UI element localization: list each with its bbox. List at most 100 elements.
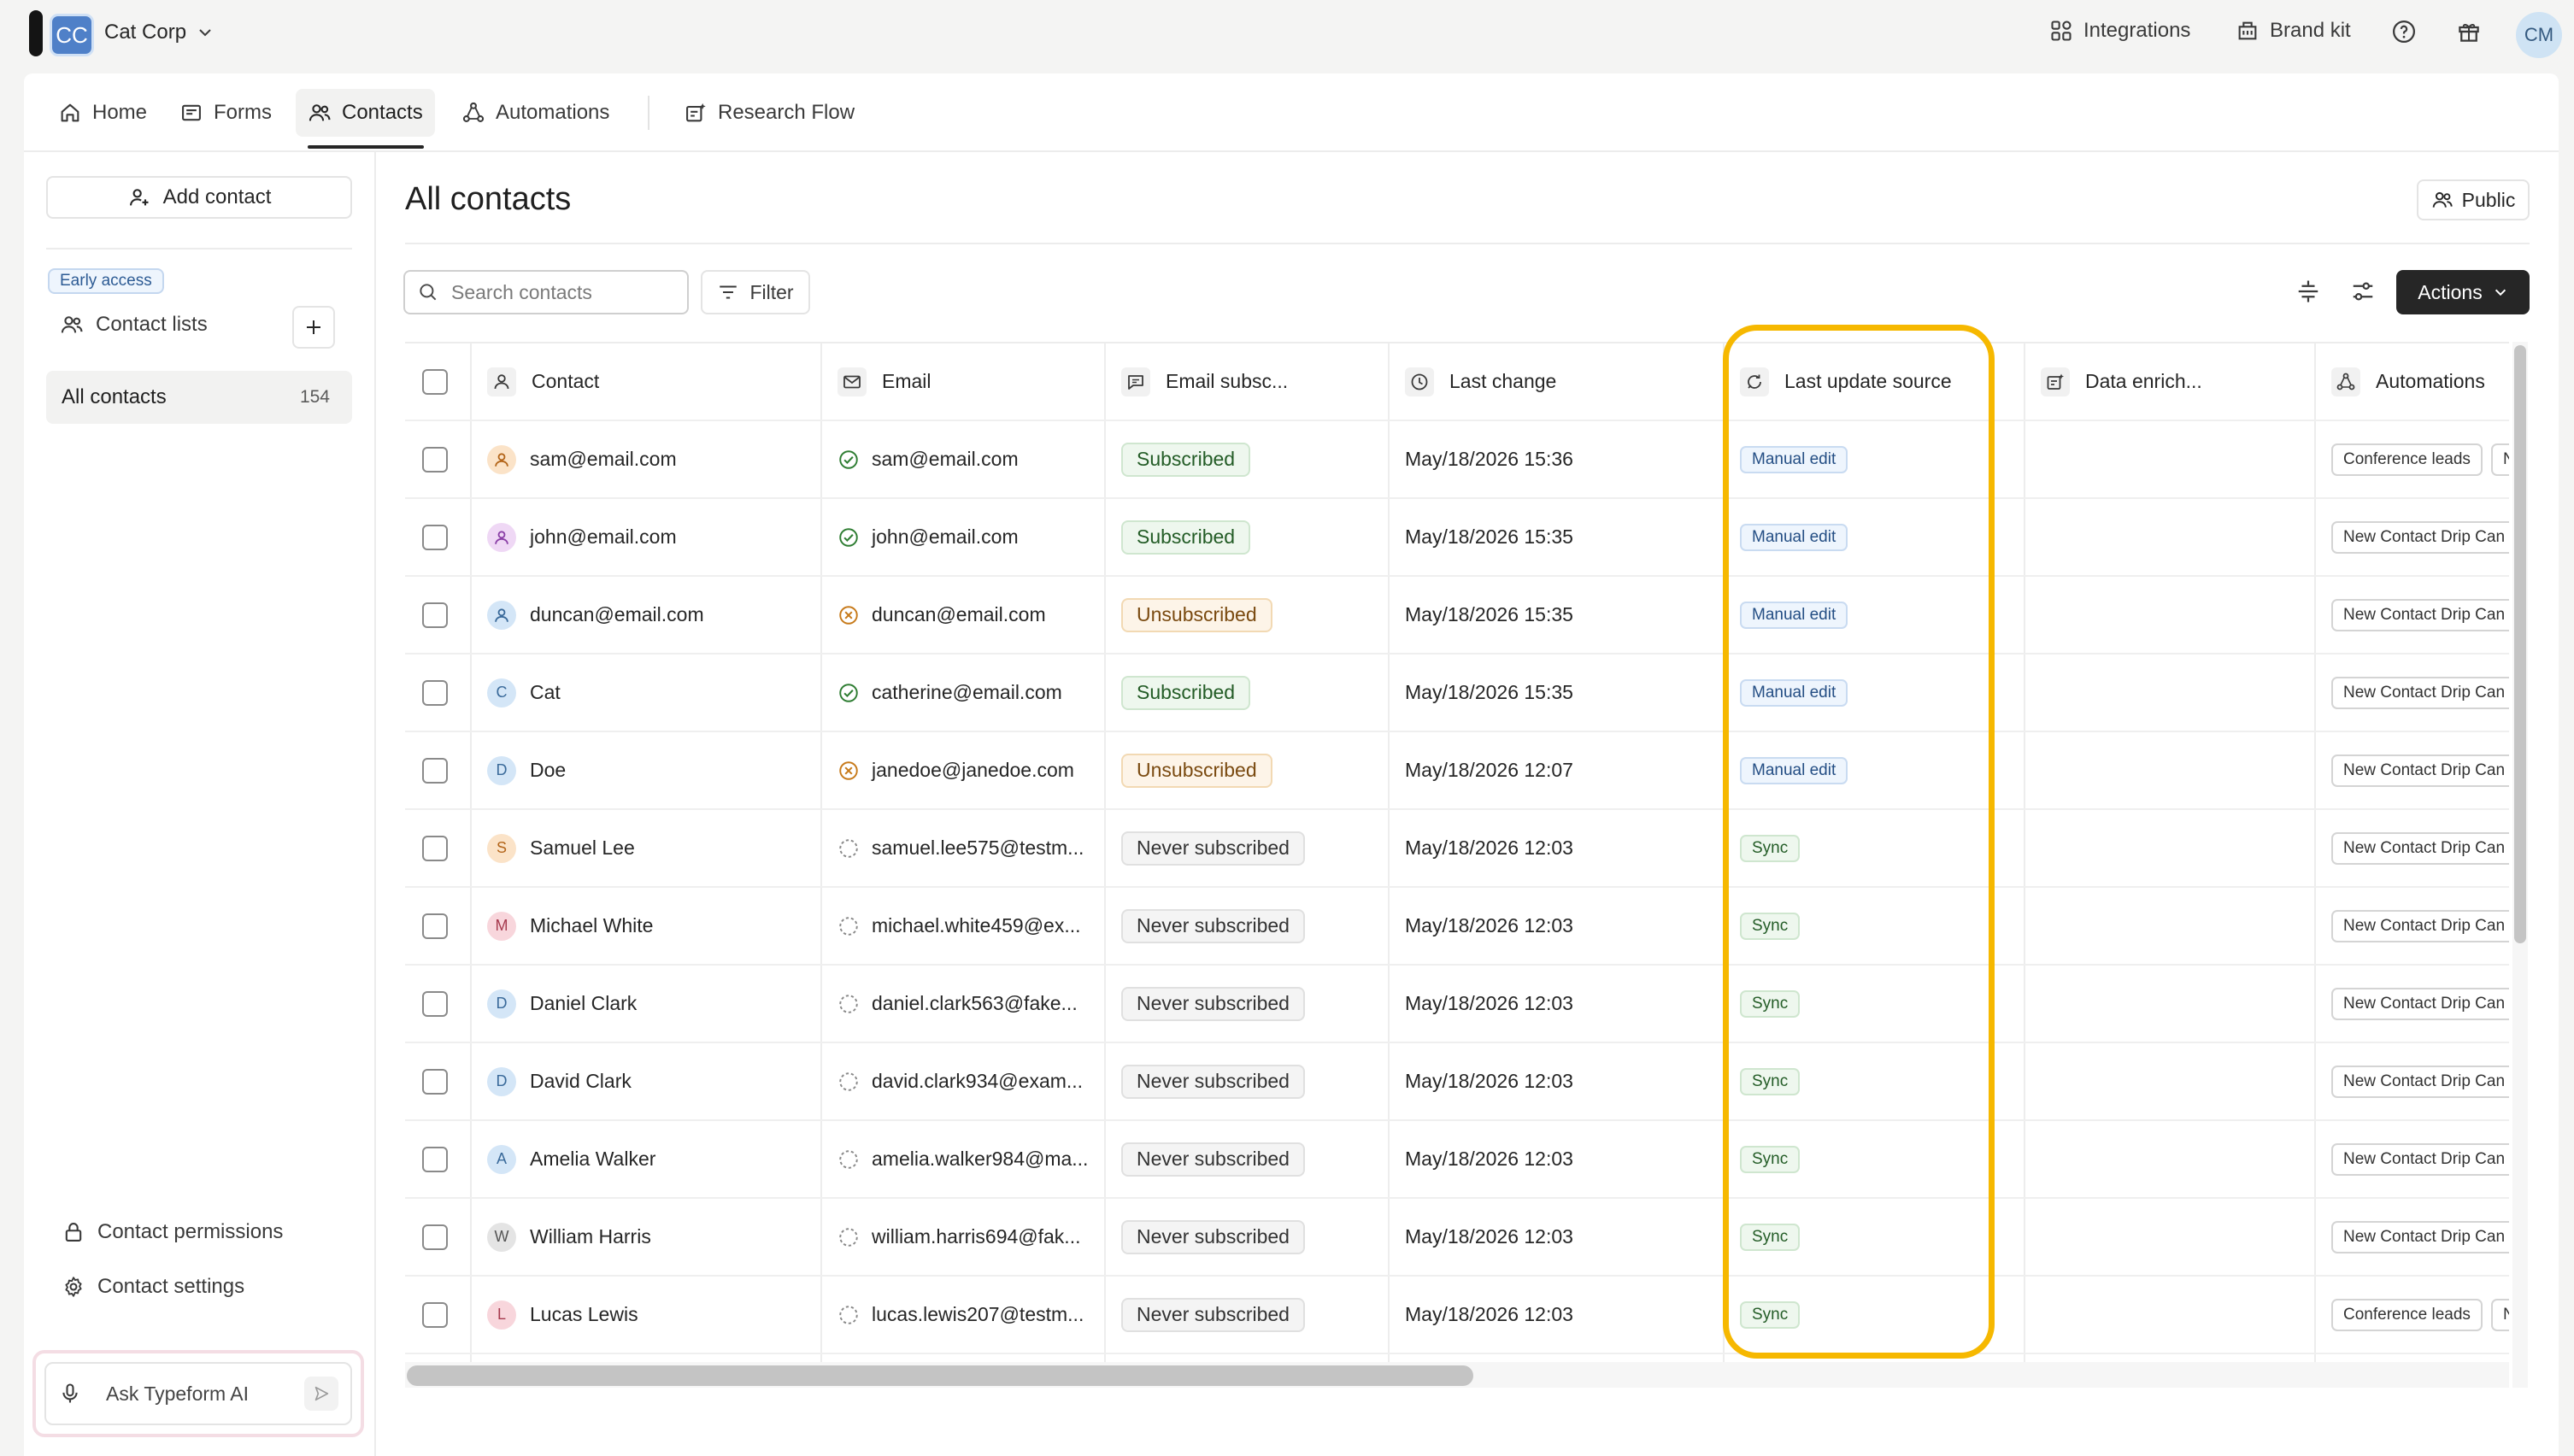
data-enrichment-cell[interactable]	[2041, 732, 2314, 808]
email-cell[interactable]: janedoe@janedoe.com	[837, 732, 1104, 808]
subscription-cell[interactable]: Never subscribed	[1121, 1121, 1388, 1197]
row-checkbox[interactable]	[422, 1068, 448, 1095]
update-source-cell[interactable]: Sync	[1740, 888, 2024, 964]
data-enrichment-cell[interactable]	[2041, 1043, 2314, 1119]
microphone-icon[interactable]	[58, 1382, 82, 1406]
table-row[interactable]: S Samuel Lee samuel.lee575@testm... Never s…	[405, 810, 2509, 888]
table-row[interactable]: L Lucas Lewis lucas.lewis207@testm... Never…	[405, 1277, 2509, 1354]
sidebar-item-all-contacts[interactable]: All contacts 154	[46, 371, 352, 424]
subscription-cell[interactable]: Never subscribed	[1121, 810, 1388, 886]
search-box[interactable]	[403, 270, 689, 314]
automations-cell[interactable]: New Contact Drip Can	[2331, 966, 2509, 1042]
table-row[interactable]: D Daniel Clark daniel.clark563@fake... Neve…	[405, 966, 2509, 1043]
tab-contacts[interactable]: Contacts	[296, 89, 435, 137]
email-cell[interactable]: daniel.clark563@fake...	[837, 966, 1104, 1042]
automation-tag[interactable]: New Contact Drip Can	[2331, 1065, 2509, 1098]
automations-cell[interactable]: New Contact Drip Can	[2331, 577, 2509, 653]
last-change-cell[interactable]: May/18/2026 15:35	[1405, 577, 1723, 653]
automation-tag[interactable]: New Contact Drip Can	[2331, 831, 2509, 865]
last-change-cell[interactable]: May/18/2026 15:35	[1405, 655, 1723, 731]
last-change-cell[interactable]: May/18/2026 12:03	[1405, 966, 1723, 1042]
tab-automations[interactable]: Automations	[450, 89, 621, 137]
email-cell[interactable]: john@email.com	[837, 499, 1104, 575]
row-checkbox[interactable]	[422, 1224, 448, 1250]
email-cell[interactable]: amelia.walker984@ma...	[837, 1121, 1104, 1197]
automations-cell[interactable]: New Contact Drip Can	[2331, 1199, 2509, 1275]
table-row[interactable]: john@email.com john@email.com Subscribed Ma…	[405, 499, 2509, 577]
automation-tag[interactable]: New Contact Drip Can	[2331, 909, 2509, 942]
contact-cell[interactable]: john@email.com	[487, 499, 820, 575]
automation-tag[interactable]: Conference leads	[2331, 443, 2483, 476]
user-avatar[interactable]: CM	[2516, 12, 2562, 58]
row-checkbox[interactable]	[422, 679, 448, 706]
contact-cell[interactable]: D Daniel Clark	[487, 966, 820, 1042]
contact-cell[interactable]: W William Harris	[487, 1199, 820, 1275]
column-header-email-subscription[interactable]: Email subsc...	[1121, 343, 1388, 420]
update-source-cell[interactable]: Manual edit	[1740, 499, 2024, 575]
column-header-automations[interactable]: Automations	[2331, 343, 2509, 420]
data-enrichment-cell[interactable]	[2041, 1199, 2314, 1275]
add-contact-list-button[interactable]	[292, 306, 335, 349]
automations-cell[interactable]: Conference leadsN	[2331, 1277, 2509, 1353]
subscription-cell[interactable]: Unsubscribed	[1121, 577, 1388, 653]
last-change-cell[interactable]: May/18/2026 15:36	[1405, 421, 1723, 497]
automations-cell[interactable]: Conference leadsN	[2331, 421, 2509, 497]
row-checkbox[interactable]	[422, 1146, 448, 1172]
row-checkbox[interactable]	[422, 990, 448, 1017]
contact-cell[interactable]: A Amelia Walker	[487, 1121, 820, 1197]
email-cell[interactable]: duncan@email.com	[837, 577, 1104, 653]
update-source-cell[interactable]: Sync	[1740, 966, 2024, 1042]
tab-research-flow[interactable]: Research Flow	[672, 89, 867, 137]
contact-cell[interactable]: D Doe	[487, 732, 820, 808]
add-contact-button[interactable]: Add contact	[46, 176, 352, 219]
horizontal-scrollbar-thumb[interactable]	[407, 1365, 1473, 1386]
contact-cell[interactable]: S Samuel Lee	[487, 810, 820, 886]
last-change-cell[interactable]: May/18/2026 12:03	[1405, 1199, 1723, 1275]
column-header-last-change[interactable]: Last change	[1405, 343, 1723, 420]
automation-tag[interactable]: New Contact Drip Can	[2331, 676, 2509, 709]
email-cell[interactable]: david.clark934@exam...	[837, 1043, 1104, 1119]
column-header-contact[interactable]: Contact	[487, 343, 820, 420]
help-icon[interactable]	[2391, 19, 2417, 44]
contact-settings-link[interactable]: Contact settings	[62, 1275, 244, 1299]
actions-button[interactable]: Actions	[2396, 270, 2530, 314]
update-source-cell[interactable]: Sync	[1740, 810, 2024, 886]
subscription-cell[interactable]: Subscribed	[1121, 655, 1388, 731]
automation-tag[interactable]: Conference leads	[2331, 1298, 2483, 1331]
subscription-cell[interactable]: Never subscribed	[1121, 966, 1388, 1042]
workspace-switcher[interactable]: Cat Corp	[104, 21, 214, 44]
row-checkbox[interactable]	[422, 446, 448, 473]
row-density-icon[interactable]	[2295, 279, 2321, 304]
workspace-logo[interactable]: CC	[50, 14, 94, 56]
automation-tag[interactable]: New Contact Drip Can	[2331, 598, 2509, 631]
row-checkbox[interactable]	[422, 835, 448, 861]
contact-cell[interactable]: M Michael White	[487, 888, 820, 964]
last-change-cell[interactable]: May/18/2026 12:03	[1405, 888, 1723, 964]
table-row[interactable]: D Doe janedoe@janedoe.com Unsubscribed May/1…	[405, 732, 2509, 810]
subscription-cell[interactable]: Never subscribed	[1121, 1043, 1388, 1119]
tab-forms[interactable]: Forms	[167, 89, 284, 137]
automations-cell[interactable]: New Contact Drip Can	[2331, 732, 2509, 808]
last-change-cell[interactable]: May/18/2026 12:03	[1405, 810, 1723, 886]
automation-tag[interactable]: New Contact Drip Can	[2331, 754, 2509, 787]
data-enrichment-cell[interactable]	[2041, 1121, 2314, 1197]
data-enrichment-cell[interactable]	[2041, 421, 2314, 497]
gift-icon[interactable]	[2456, 19, 2482, 44]
subscription-cell[interactable]: Never subscribed	[1121, 1199, 1388, 1275]
automation-tag[interactable]: N	[2490, 443, 2509, 476]
automations-cell[interactable]: New Contact Drip Can	[2331, 810, 2509, 886]
integrations-link[interactable]: Integrations	[2049, 19, 2190, 43]
email-cell[interactable]: michael.white459@ex...	[837, 888, 1104, 964]
update-source-cell[interactable]: Sync	[1740, 1043, 2024, 1119]
update-source-cell[interactable]: Manual edit	[1740, 421, 2024, 497]
brand-kit-link[interactable]: Brand kit	[2236, 19, 2351, 43]
table-row[interactable]: C Cat catherine@email.com Subscribed May/18/…	[405, 655, 2509, 732]
contact-cell[interactable]: duncan@email.com	[487, 577, 820, 653]
column-header-last-update-source[interactable]: Last update source	[1740, 343, 2024, 420]
update-source-cell[interactable]: Sync	[1740, 1121, 2024, 1197]
last-change-cell[interactable]: May/18/2026 12:07	[1405, 732, 1723, 808]
filter-button[interactable]: Filter	[701, 270, 810, 314]
select-all-checkbox[interactable]	[422, 368, 448, 395]
data-enrichment-cell[interactable]	[2041, 499, 2314, 575]
automation-tag[interactable]: New Contact Drip Can	[2331, 1142, 2509, 1176]
